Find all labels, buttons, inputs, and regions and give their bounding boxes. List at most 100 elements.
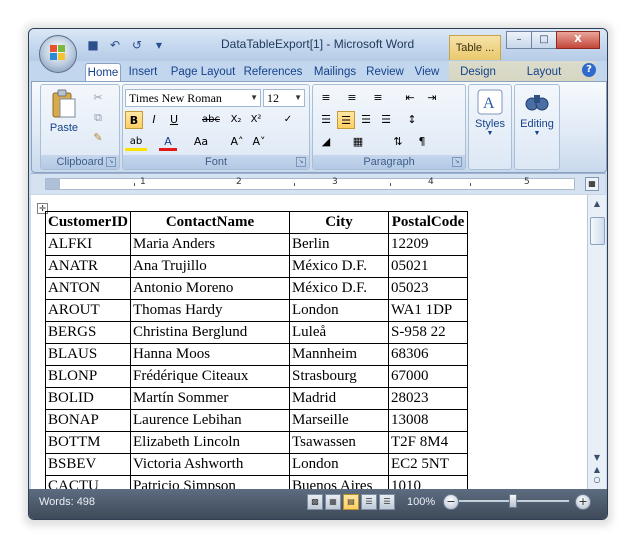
styles-button[interactable]: A Styles ▼ bbox=[471, 89, 509, 137]
borders-icon[interactable]: ▦ bbox=[349, 133, 367, 151]
table-cell[interactable]: AROUT bbox=[45, 299, 131, 322]
table-cell[interactable]: Frédérique Citeaux bbox=[130, 365, 290, 388]
shrink-font-button[interactable]: A˅ bbox=[249, 133, 269, 151]
table-cell[interactable]: 1010 bbox=[388, 475, 468, 489]
table-cell[interactable]: 05021 bbox=[388, 255, 468, 278]
table-cell[interactable]: Luleå bbox=[289, 321, 389, 344]
table-cell[interactable]: WA1 1DP bbox=[388, 299, 468, 322]
justify-icon[interactable]: ☰ bbox=[377, 111, 395, 129]
header-cell[interactable]: CustomerID bbox=[45, 211, 131, 234]
table-cell[interactable]: 68306 bbox=[388, 343, 468, 366]
tab-design[interactable]: Design bbox=[457, 63, 499, 81]
table-cell[interactable]: BONAP bbox=[45, 409, 131, 432]
line-spacing-icon[interactable]: ↕ bbox=[403, 111, 421, 129]
table-cell[interactable]: Tsawassen bbox=[289, 431, 389, 454]
tab-review[interactable]: Review bbox=[365, 63, 405, 81]
table-cell[interactable]: Marseille bbox=[289, 409, 389, 432]
header-cell[interactable]: City bbox=[289, 211, 389, 234]
full-screen-reading-view-icon[interactable]: ▦ bbox=[325, 494, 341, 510]
subscript-button[interactable]: X₂ bbox=[227, 111, 245, 129]
table-cell[interactable]: ALFKI bbox=[45, 233, 131, 256]
table-cell[interactable]: BOLID bbox=[45, 387, 131, 410]
tab-view[interactable]: View bbox=[411, 63, 443, 81]
table-cell[interactable]: Thomas Hardy bbox=[130, 299, 290, 322]
redo-icon[interactable]: ↺ bbox=[129, 37, 145, 53]
vertical-scrollbar[interactable]: ▲ ▼ ▲ ○ bbox=[587, 195, 606, 489]
editing-button[interactable]: Editing ▼ bbox=[517, 89, 557, 137]
bold-button[interactable]: B bbox=[125, 111, 143, 129]
table-cell[interactable]: Antonio Moreno bbox=[130, 277, 290, 300]
table-cell[interactable]: Patricio Simpson bbox=[130, 475, 290, 489]
table-cell[interactable]: T2F 8M4 bbox=[388, 431, 468, 454]
table-cell[interactable]: Hanna Moos bbox=[130, 343, 290, 366]
table-cell[interactable]: Christina Berglund bbox=[130, 321, 290, 344]
scroll-up-icon[interactable]: ▲ bbox=[591, 199, 603, 208]
grow-font-button[interactable]: A˄ bbox=[227, 133, 247, 151]
scroll-down-icon[interactable]: ▼ bbox=[591, 453, 603, 462]
minimize-button[interactable]: – bbox=[506, 31, 532, 49]
table-cell[interactable]: Martín Sommer bbox=[130, 387, 290, 410]
header-cell[interactable]: PostalCode bbox=[388, 211, 468, 234]
table-cell[interactable]: BSBEV bbox=[45, 453, 131, 476]
superscript-button[interactable]: X² bbox=[247, 111, 265, 129]
font-size-combo[interactable]: 12 ▼ bbox=[263, 89, 305, 107]
tab-insert[interactable]: Insert bbox=[125, 63, 161, 81]
zoom-level[interactable]: 100% bbox=[407, 496, 435, 508]
decrease-indent-icon[interactable]: ⇤ bbox=[401, 89, 419, 107]
outline-view-icon[interactable]: ☰ bbox=[361, 494, 377, 510]
scrollbar-thumb[interactable] bbox=[590, 217, 605, 245]
numbering-icon[interactable]: ≡ bbox=[343, 89, 361, 107]
select-browse-object-icon[interactable]: ○ bbox=[591, 475, 603, 484]
table-cell[interactable]: 13008 bbox=[388, 409, 468, 432]
table-cell[interactable]: London bbox=[289, 299, 389, 322]
zoom-slider[interactable] bbox=[459, 494, 569, 508]
previous-page-icon[interactable]: ▲ bbox=[591, 465, 603, 474]
draft-view-icon[interactable]: ☰ bbox=[379, 494, 395, 510]
save-icon[interactable]: ■ bbox=[85, 37, 101, 53]
table-cell[interactable]: Victoria Ashworth bbox=[130, 453, 290, 476]
format-painter-icon[interactable]: ✎ bbox=[89, 129, 107, 147]
tab-page-layout[interactable]: Page Layout bbox=[169, 63, 237, 81]
strikethrough-button[interactable]: abc bbox=[199, 111, 223, 129]
tab-home[interactable]: Home bbox=[85, 63, 121, 82]
bullets-icon[interactable]: ≡ bbox=[317, 89, 335, 107]
table-cell[interactable]: Laurence Lebihan bbox=[130, 409, 290, 432]
web-layout-view-icon[interactable]: ▤ bbox=[343, 494, 359, 510]
table-cell[interactable]: BLONP bbox=[45, 365, 131, 388]
table-tools-context-tab[interactable]: Table ... bbox=[449, 35, 501, 60]
view-ruler-icon[interactable]: ▦ bbox=[585, 177, 599, 191]
close-button[interactable]: X bbox=[556, 31, 600, 49]
cut-icon[interactable]: ✂ bbox=[89, 89, 107, 107]
document-page[interactable]: ✛ CustomerID ContactName City PostalCode… bbox=[31, 195, 587, 489]
font-color-button[interactable]: A bbox=[159, 133, 177, 151]
highlight-button[interactable]: ab bbox=[125, 133, 147, 151]
italic-button[interactable]: I bbox=[145, 111, 163, 129]
table-cell[interactable]: Berlin bbox=[289, 233, 389, 256]
print-layout-view-icon[interactable]: ▩ bbox=[307, 494, 323, 510]
shading-icon[interactable]: ◢ bbox=[317, 133, 335, 151]
office-button[interactable] bbox=[39, 35, 77, 73]
table-cell[interactable]: ANATR bbox=[45, 255, 131, 278]
underline-button[interactable]: U bbox=[165, 111, 183, 129]
table-cell[interactable]: México D.F. bbox=[289, 277, 389, 300]
show-formatting-icon[interactable]: ¶ bbox=[413, 133, 431, 151]
font-dialog-launcher-icon[interactable]: ↘ bbox=[296, 157, 306, 167]
clipboard-dialog-launcher-icon[interactable]: ↘ bbox=[106, 157, 116, 167]
table-cell[interactable]: Elizabeth Lincoln bbox=[130, 431, 290, 454]
copy-icon[interactable]: ⧉ bbox=[89, 109, 107, 127]
horizontal-ruler[interactable]: 1 2 3 4 5 ▦ bbox=[31, 173, 605, 194]
customize-qat-chevron-icon[interactable]: ▼ bbox=[151, 37, 167, 53]
zoom-out-button[interactable]: − bbox=[443, 494, 459, 510]
align-center-icon[interactable]: ☰ bbox=[337, 111, 355, 129]
align-left-icon[interactable]: ☰ bbox=[317, 111, 335, 129]
maximize-button[interactable]: □ bbox=[531, 31, 557, 49]
table-cell[interactable]: Buenos Aires bbox=[289, 475, 389, 489]
table-cell[interactable]: Ana Trujillo bbox=[130, 255, 290, 278]
table-cell[interactable]: London bbox=[289, 453, 389, 476]
zoom-slider-thumb[interactable] bbox=[509, 494, 517, 508]
paragraph-dialog-launcher-icon[interactable]: ↘ bbox=[452, 157, 462, 167]
sort-icon[interactable]: ⇅ bbox=[389, 133, 407, 151]
change-case-button[interactable]: Aa bbox=[189, 133, 213, 151]
table-cell[interactable]: Mannheim bbox=[289, 343, 389, 366]
word-count[interactable]: Words: 498 bbox=[39, 496, 95, 508]
